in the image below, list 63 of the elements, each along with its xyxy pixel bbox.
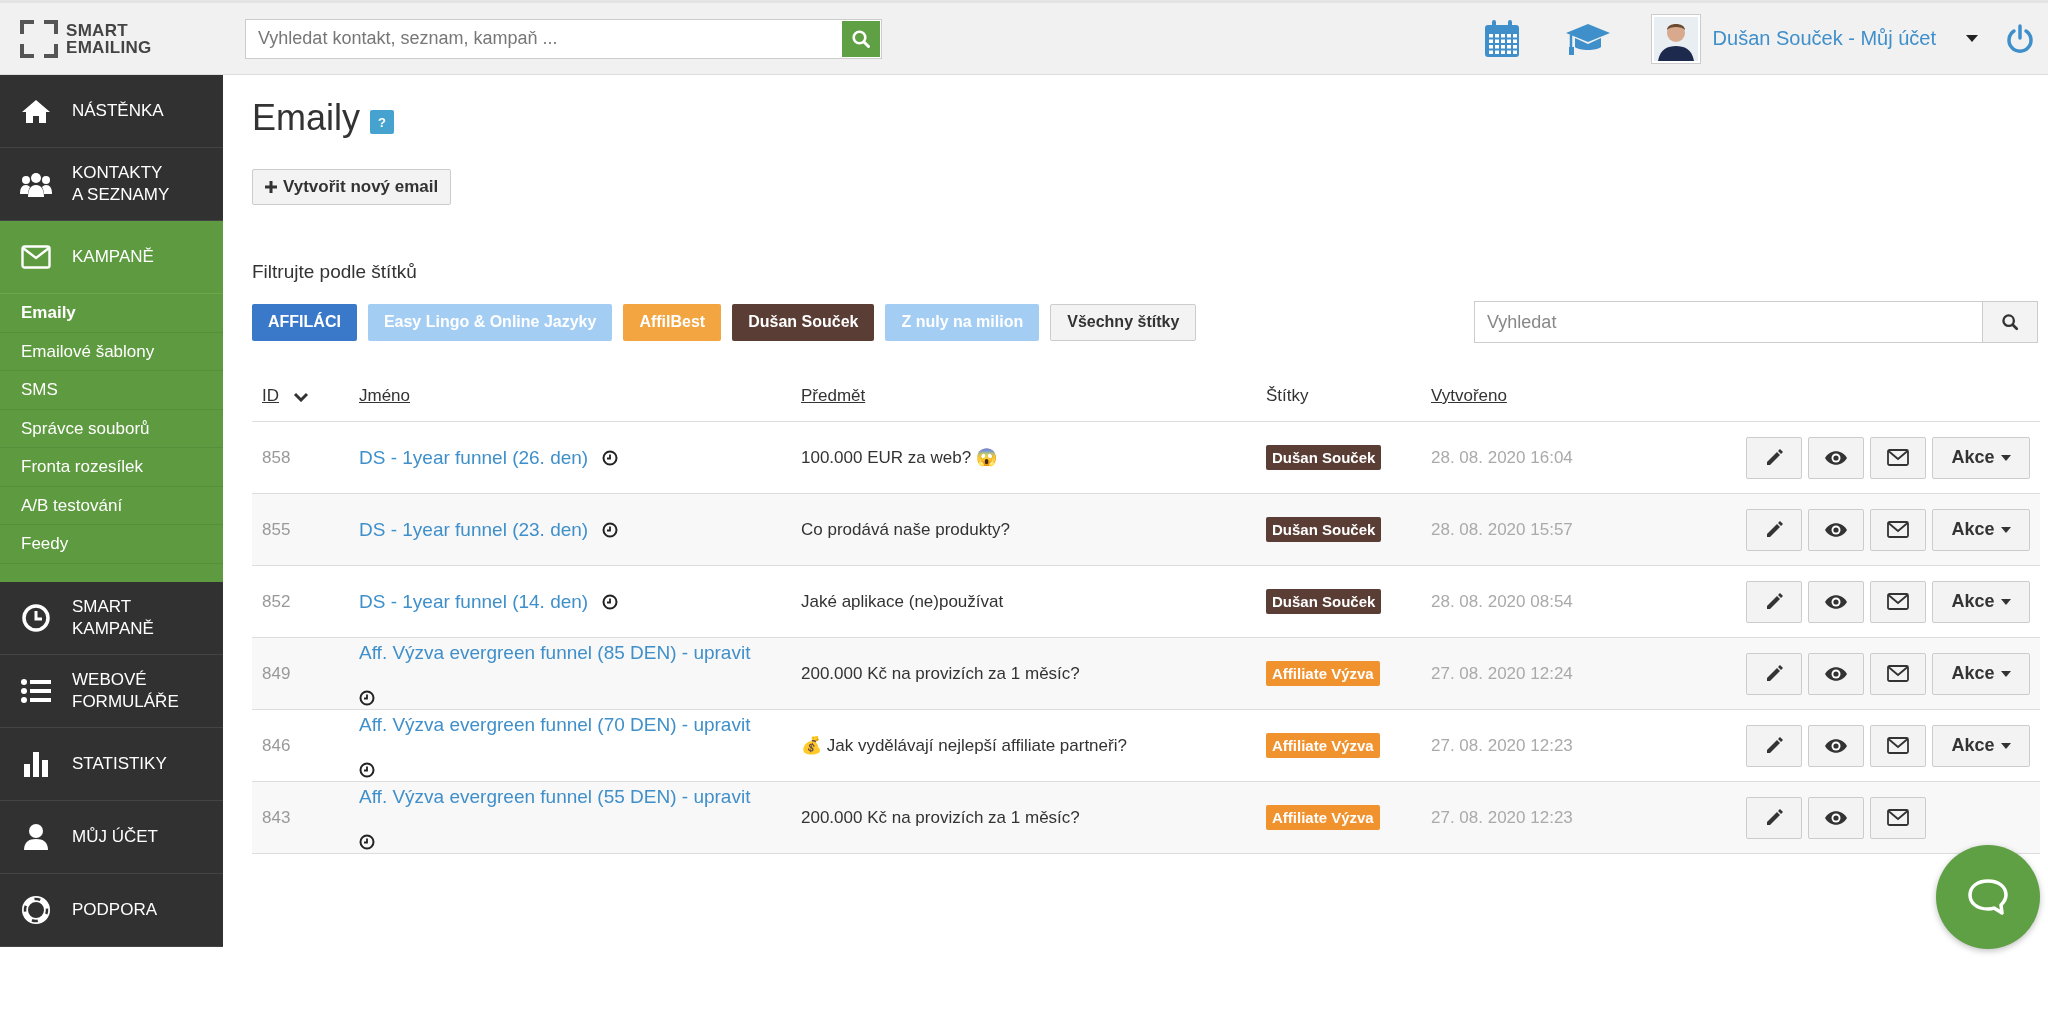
- submenu-item[interactable]: SMS: [0, 371, 223, 410]
- column-header[interactable]: ID: [262, 386, 279, 405]
- column-header[interactable]: Předmět: [801, 386, 866, 405]
- actions-dropdown[interactable]: Akce: [1932, 652, 2030, 695]
- tag-label: Affiliate Výzva: [1266, 733, 1380, 758]
- subject-cell: 💰 Jak vydělávají nejlepší affiliate partneři?: [801, 736, 1127, 755]
- page-title: Emaily: [252, 97, 361, 139]
- tag-label: Dušan Souček: [1266, 445, 1382, 470]
- submenu-item[interactable]: Fronta rozesílek: [0, 448, 223, 487]
- submenu-item[interactable]: Emailové šablony: [0, 332, 223, 371]
- date-cell: 27. 08. 2020 12:23: [1431, 735, 1573, 755]
- email-name-link[interactable]: DS - 1year funnel (14. den): [359, 590, 589, 613]
- submenu-item[interactable]: Správce souborů: [0, 409, 223, 448]
- subject-cell: Co prodává naše produkty?: [801, 519, 1010, 539]
- sidebar-item[interactable]: SMART KAMPANĚ: [0, 581, 223, 655]
- email-name-link[interactable]: DS - 1year funnel (26. den): [359, 446, 589, 469]
- column-header[interactable]: Vytvořeno: [1431, 386, 1507, 405]
- tag-label: Dušan Souček: [1266, 517, 1382, 542]
- sidebar-item[interactable]: NÁSTĚNKA: [0, 75, 223, 148]
- id-cell: 846: [262, 735, 291, 755]
- subject-cell: 100.000 EUR za web? 😱: [801, 448, 997, 467]
- sidebar-item[interactable]: WEBOVÉ FORMULÁŘE: [0, 654, 223, 728]
- tag-filter-button[interactable]: AFFILÁCI: [252, 303, 357, 341]
- date-cell: 28. 08. 2020 16:04: [1431, 447, 1573, 467]
- search-field[interactable]: Vyhledat kontakt, seznam, kampaň ...: [245, 18, 882, 59]
- subject-cell: 200.000 Kč na provizích za 1 měsíc?: [801, 807, 1080, 827]
- date-cell: 27. 08. 2020 12:23: [1431, 807, 1573, 827]
- submenu-item[interactable]: Feedy: [0, 525, 223, 564]
- column-header[interactable]: Jméno: [359, 386, 411, 405]
- column-header: Štítky: [1266, 386, 1309, 405]
- subject-cell: 200.000 Kč na provizích za 1 měsíc?: [801, 663, 1080, 683]
- sidebar-item[interactable]: MŮJ ÚČET: [0, 800, 223, 874]
- id-cell: 858: [262, 447, 291, 467]
- subject-cell: Jaké aplikace (ne)používat: [801, 591, 1004, 611]
- actions-dropdown[interactable]: Akce: [1932, 724, 2030, 767]
- tag-label: Affiliate Výzva: [1266, 805, 1380, 830]
- create-email-button[interactable]: Vytvořit nový email: [252, 169, 452, 205]
- actions-dropdown[interactable]: Akce: [1932, 508, 2030, 551]
- id-cell: 843: [262, 807, 291, 827]
- logo-text: SMART EMAILING: [66, 21, 152, 56]
- tag-label: Dušan Souček: [1266, 589, 1382, 614]
- tag-filter-button[interactable]: Dušan Souček: [732, 303, 875, 341]
- date-cell: 27. 08. 2020 12:24: [1431, 663, 1573, 683]
- actions-dropdown[interactable]: Akce: [1932, 580, 2030, 623]
- sidebar-item[interactable]: STATISTIKY: [0, 727, 223, 801]
- sidebar-item[interactable]: KAMPANĚ: [0, 221, 223, 294]
- id-cell: 849: [262, 663, 291, 683]
- help-badge[interactable]: ?: [370, 110, 395, 134]
- account-link[interactable]: Dušan Souček - Můj účet: [1712, 27, 1936, 50]
- id-cell: 855: [262, 519, 291, 539]
- email-name-link[interactable]: Aff. Výzva evergreen funnel (70 DEN) - upravit: [359, 713, 751, 736]
- email-name-link[interactable]: DS - 1year funnel (23. den): [359, 518, 589, 541]
- sidebar-item[interactable]: PODPORA: [0, 873, 223, 947]
- date-cell: 28. 08. 2020 08:54: [1431, 591, 1573, 611]
- date-cell: 28. 08. 2020 15:57: [1431, 519, 1573, 539]
- id-cell: 852: [262, 591, 291, 611]
- search-field[interactable]: Vyhledat: [1474, 301, 1983, 343]
- actions-dropdown[interactable]: Akce: [1932, 436, 2030, 479]
- submenu-item[interactable]: A/B testování: [0, 486, 223, 525]
- all-tags-button[interactable]: Všechny štítky: [1050, 303, 1197, 341]
- submenu-item[interactable]: Emaily: [0, 294, 223, 333]
- filter-heading: Filtrujte podle štítků: [252, 261, 418, 283]
- tag-label: Affiliate Výzva: [1266, 661, 1380, 686]
